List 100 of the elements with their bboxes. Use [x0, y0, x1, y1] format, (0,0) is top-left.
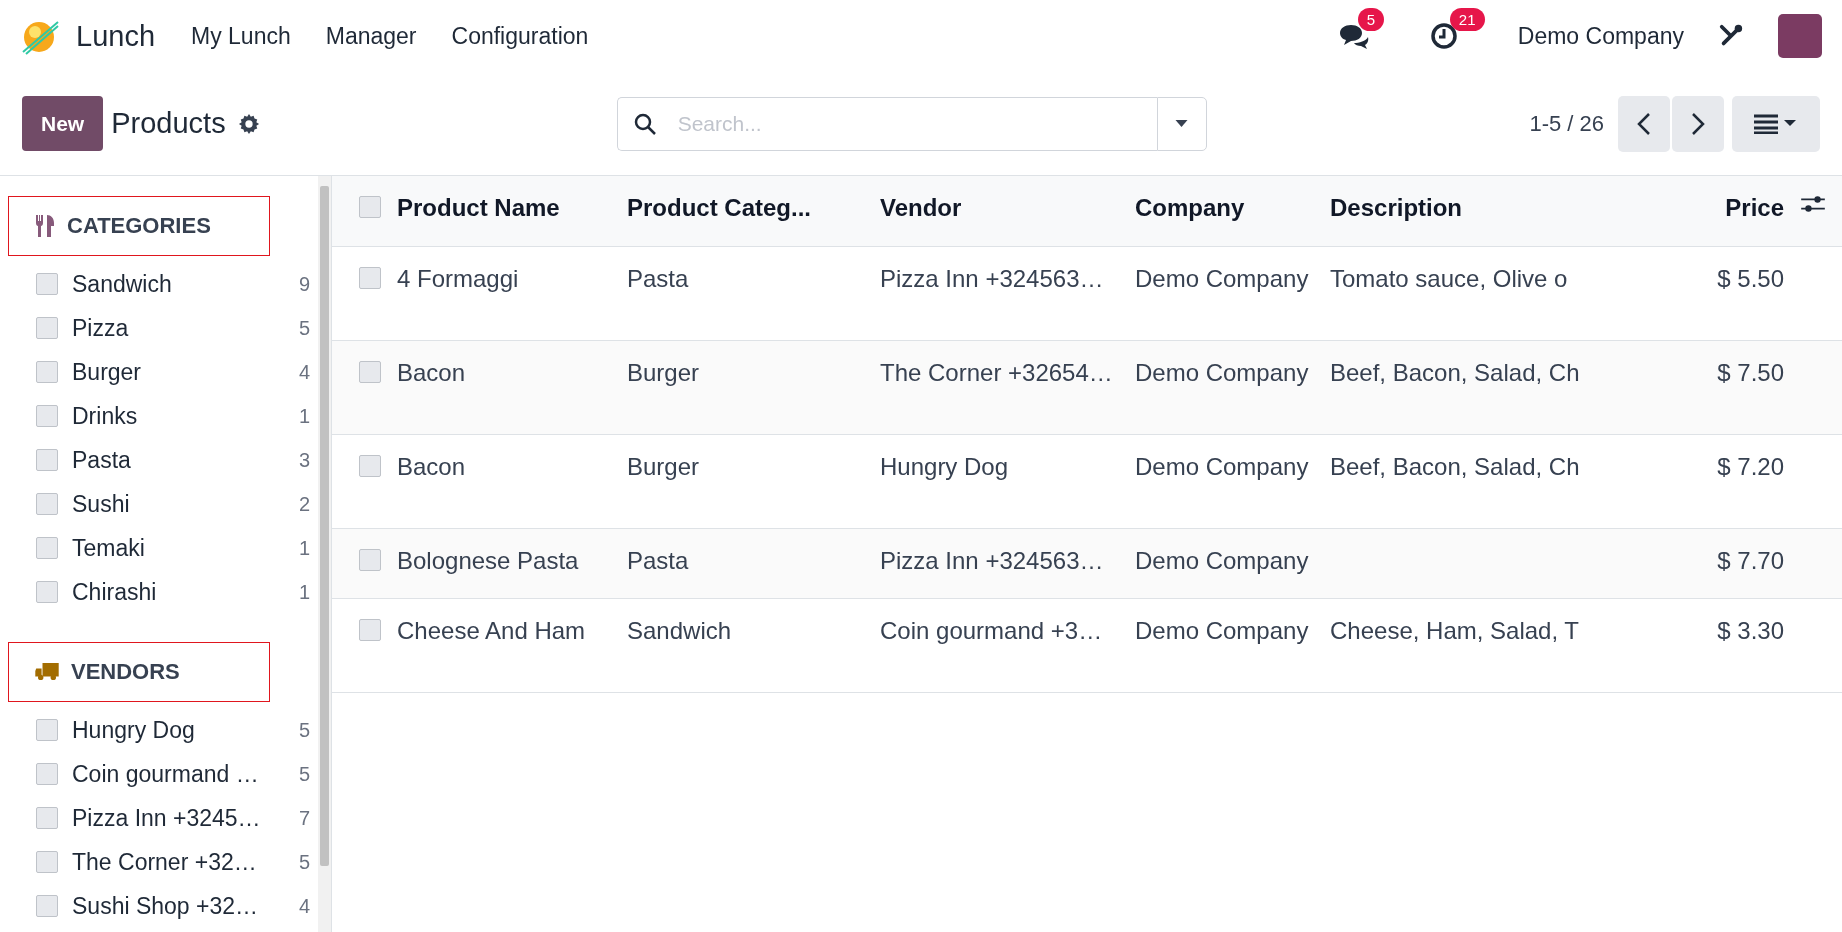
table-cell: Hungry Dog	[880, 453, 1009, 480]
filter-label[interactable]: Pizza Inn +3245…	[72, 804, 286, 832]
row-checkbox[interactable]	[359, 619, 381, 641]
row-checkbox[interactable]	[359, 455, 381, 477]
chevron-left-icon	[1637, 111, 1651, 136]
table-cell: Beef, Bacon, Salad, Ch	[1330, 359, 1580, 386]
checkbox[interactable]	[36, 361, 58, 383]
filter-label[interactable]: Hungry Dog	[72, 716, 286, 744]
list-caret-icon	[1754, 113, 1798, 134]
filter-label[interactable]: Sushi	[72, 490, 286, 518]
table-cell: Bacon	[397, 359, 466, 386]
checkbox[interactable]	[36, 405, 58, 427]
company-switcher[interactable]: Demo Company	[1517, 22, 1684, 50]
checkbox[interactable]	[36, 273, 58, 295]
row-checkbox[interactable]	[359, 267, 381, 289]
table-cell: $ 5.50	[1717, 265, 1784, 292]
table-cell: Demo Company	[1135, 359, 1309, 386]
column-header[interactable]: Price	[1725, 194, 1784, 221]
checkbox[interactable]	[36, 807, 58, 829]
filter-count: 5	[297, 718, 310, 742]
chevron-right-icon	[1691, 111, 1705, 136]
checkbox[interactable]	[36, 317, 58, 339]
filter-label[interactable]: Sushi Shop +32…	[72, 892, 286, 920]
column-header[interactable]: Product Categ...	[627, 194, 812, 221]
checkbox[interactable]	[36, 851, 58, 873]
search-field[interactable]: Search...	[616, 96, 1157, 151]
select-all-checkbox[interactable]	[359, 196, 381, 218]
filter-label[interactable]: Chirashi	[72, 578, 286, 606]
sliders-icon[interactable]	[1801, 194, 1825, 214]
table-cell: Burger	[627, 453, 700, 480]
section-title: VENDORS	[71, 659, 180, 685]
table-cell: Bolognese Pasta	[397, 547, 579, 574]
filter-label[interactable]: Drinks	[72, 402, 286, 430]
notification-badge: 5	[1357, 8, 1385, 31]
table-cell: Demo Company	[1135, 265, 1309, 292]
row-checkbox[interactable]	[359, 361, 381, 383]
filter-count: 5	[297, 850, 310, 874]
new-button[interactable]: New	[22, 96, 104, 151]
filter-count: 3	[297, 448, 310, 472]
app-name[interactable]: Lunch	[76, 19, 155, 53]
filter-label[interactable]: The Corner +32…	[72, 848, 286, 876]
filter-label[interactable]: Pizza	[72, 314, 286, 342]
truck-icon	[35, 663, 59, 681]
cutlery-icon	[35, 215, 55, 237]
table-cell: Coin gourmand +3…	[880, 617, 1103, 644]
column-header[interactable]: Description	[1330, 194, 1463, 221]
checkbox[interactable]	[36, 581, 58, 603]
table-cell: Burger	[627, 359, 700, 386]
user-avatar[interactable]	[1778, 14, 1822, 58]
search-options-button[interactable]	[1156, 96, 1207, 151]
view-switcher-button[interactable]	[1732, 95, 1820, 152]
settings-icon[interactable]	[237, 112, 260, 135]
table-cell: Sandwich	[627, 617, 732, 644]
checkbox[interactable]	[36, 537, 58, 559]
column-header[interactable]: Vendor	[880, 194, 962, 221]
page-title: Products	[111, 107, 226, 140]
filter-count: 4	[297, 360, 310, 384]
table-cell: Pasta	[627, 265, 689, 292]
next-button[interactable]	[1672, 95, 1724, 152]
menu-item[interactable]: Manager	[325, 22, 417, 50]
pager-value[interactable]: 1-5 / 26	[1529, 110, 1604, 137]
clock-icon[interactable]	[1429, 22, 1458, 50]
checkbox[interactable]	[36, 719, 58, 741]
menu-item[interactable]: Configuration	[451, 22, 589, 50]
table-cell: Pizza Inn +324563…	[880, 265, 1104, 292]
checkbox[interactable]	[36, 493, 58, 515]
table-cell: $ 3.30	[1717, 617, 1784, 644]
notification-badge: 21	[1449, 8, 1485, 31]
table-cell: Tomato sauce, Olive o	[1330, 265, 1568, 292]
table-cell: Demo Company	[1135, 547, 1309, 574]
scrollbar[interactable]	[318, 176, 332, 932]
column-header[interactable]: Product Name	[397, 194, 560, 221]
table-cell: Beef, Bacon, Salad, Ch	[1330, 453, 1580, 480]
filter-count: 1	[297, 404, 310, 428]
menu-item[interactable]: My Lunch	[191, 22, 291, 50]
filter-label[interactable]: Temaki	[72, 534, 286, 562]
column-header[interactable]: Company	[1135, 194, 1245, 221]
table-cell: Pizza Inn +324563…	[880, 547, 1104, 574]
table-cell: The Corner +32654…	[880, 359, 1113, 386]
filter-label[interactable]: Coin gourmand …	[72, 760, 286, 788]
previous-button[interactable]	[1618, 95, 1670, 152]
table-cell: Cheese, Ham, Salad, T	[1330, 617, 1579, 644]
filter-count: 4	[297, 894, 310, 918]
filter-label[interactable]: Sandwich	[72, 270, 286, 298]
table-cell: 4 Formaggi	[397, 265, 519, 292]
filter-count: 1	[297, 536, 310, 560]
filter-count: 9	[297, 272, 310, 296]
filter-label[interactable]: Burger	[72, 358, 286, 386]
table-cell: $ 7.50	[1717, 359, 1784, 386]
checkbox[interactable]	[36, 763, 58, 785]
table-cell: Pasta	[627, 547, 689, 574]
table-cell: $ 7.70	[1717, 547, 1784, 574]
table-cell: $ 7.20	[1717, 453, 1784, 480]
filter-count: 5	[297, 316, 310, 340]
checkbox[interactable]	[36, 895, 58, 917]
filter-label[interactable]: Pasta	[72, 446, 286, 474]
row-checkbox[interactable]	[359, 549, 381, 571]
filter-count: 1	[297, 580, 310, 604]
checkbox[interactable]	[36, 449, 58, 471]
filter-count: 7	[297, 806, 310, 830]
